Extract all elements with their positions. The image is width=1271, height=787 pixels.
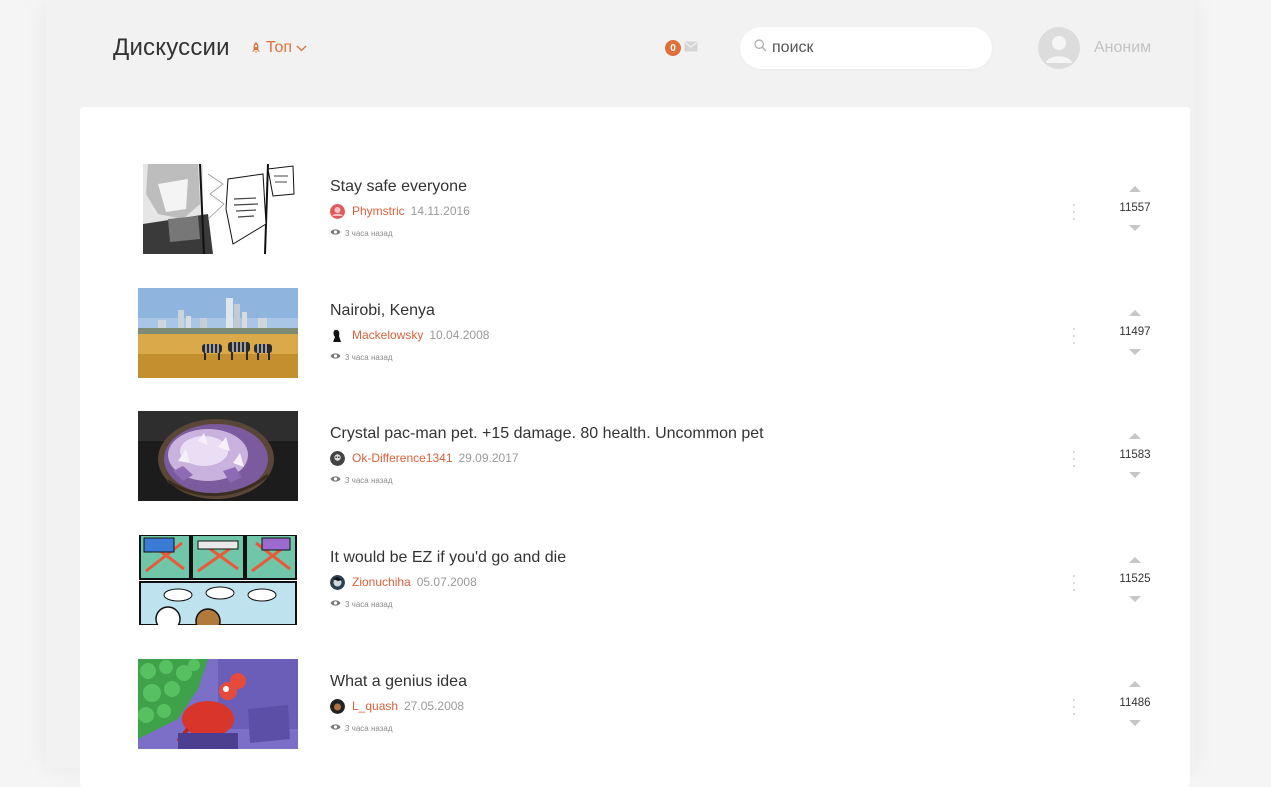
- sort-label: Топ: [266, 39, 293, 56]
- more-options-button[interactable]: [1072, 451, 1076, 467]
- savanna-city-zebras-image: [138, 288, 298, 378]
- chevron-down-icon: [296, 45, 307, 52]
- search-box[interactable]: [740, 27, 992, 69]
- post-date: 10.04.2008: [429, 328, 490, 342]
- upvote-arrow-icon[interactable]: [1129, 681, 1141, 687]
- eye-icon: [330, 475, 341, 485]
- author-avatar: [330, 450, 345, 466]
- post-views: 3 часа назад: [330, 351, 393, 363]
- vote-widget: 11557: [1113, 180, 1157, 240]
- vote-score: 11497: [1119, 326, 1151, 338]
- list-item: Stay safe everyone Phymstric 14.11.2016 …: [80, 164, 1190, 254]
- downvote-arrow-icon[interactable]: [1129, 720, 1141, 726]
- list-item: Crystal pac-man pet. +15 damage. 80 heal…: [80, 411, 1190, 501]
- post-thumbnail[interactable]: [138, 164, 298, 254]
- downvote-arrow-icon[interactable]: [1129, 472, 1141, 478]
- manga-panel-image: [138, 164, 298, 254]
- author-link[interactable]: Ok-Difference1341: [352, 451, 453, 465]
- eye-icon: [330, 352, 341, 362]
- downvote-arrow-icon[interactable]: [1129, 225, 1141, 231]
- post-thumbnail[interactable]: [138, 535, 298, 625]
- post-time: 3 часа назад: [345, 228, 393, 238]
- upvote-arrow-icon[interactable]: [1129, 186, 1141, 192]
- upvote-arrow-icon[interactable]: [1129, 310, 1141, 316]
- avatar: [1038, 27, 1080, 69]
- post-thumbnail[interactable]: [138, 288, 298, 378]
- author-link[interactable]: Mackelowsky: [352, 328, 423, 342]
- user-name: Аноним: [1094, 39, 1152, 56]
- vote-widget: 11525: [1113, 551, 1157, 611]
- post-title[interactable]: What a genius idea: [330, 673, 467, 691]
- post-meta: Ok-Difference1341 29.09.2017: [330, 450, 519, 466]
- post-date: 29.09.2017: [458, 451, 519, 465]
- author-link[interactable]: Phymstric: [352, 204, 405, 218]
- post-meta: Mackelowsky 10.04.2008: [330, 327, 489, 343]
- vote-score: 11557: [1119, 202, 1151, 214]
- search-input[interactable]: [772, 39, 972, 57]
- user-silhouette-icon: [1046, 36, 1072, 63]
- search-icon: [740, 39, 767, 57]
- more-options-button[interactable]: [1072, 699, 1076, 715]
- downvote-arrow-icon[interactable]: [1129, 349, 1141, 355]
- vote-score: 11525: [1119, 573, 1151, 585]
- more-options-button[interactable]: [1072, 575, 1076, 591]
- post-thumbnail[interactable]: [138, 659, 298, 749]
- post-title[interactable]: Nairobi, Kenya: [330, 302, 435, 320]
- post-thumbnail[interactable]: [138, 411, 298, 501]
- notifications-button[interactable]: 0: [665, 39, 698, 57]
- vote-widget: 11583: [1113, 427, 1157, 487]
- post-title[interactable]: Stay safe everyone: [330, 178, 467, 196]
- sort-dropdown[interactable]: Топ: [250, 38, 307, 58]
- author-avatar: [330, 574, 345, 590]
- post-views: 3 часа назад: [330, 227, 393, 239]
- post-date: 27.05.2008: [404, 699, 465, 713]
- post-date: 05.07.2008: [416, 575, 477, 589]
- eye-icon: [330, 723, 341, 733]
- amethyst-geode-image: [138, 411, 298, 501]
- post-views: 3 часа назад: [330, 598, 393, 610]
- upvote-arrow-icon[interactable]: [1129, 433, 1141, 439]
- page: Дискуссии Топ 0 поиск Аноним Stay safe e…: [46, 0, 1195, 787]
- post-meta: Zionuchiha 05.07.2008: [330, 574, 477, 590]
- list-item: What a genius idea L_quash 27.05.2008 3 …: [80, 659, 1190, 749]
- comic-strip-image: [138, 535, 298, 625]
- vote-score: 11486: [1119, 697, 1151, 709]
- mail-icon: [684, 39, 698, 57]
- eye-icon: [330, 599, 341, 609]
- post-title[interactable]: Crystal pac-man pet. +15 damage. 80 heal…: [330, 425, 764, 443]
- post-views: 3 часа назад: [330, 722, 393, 734]
- list-item: It would be EZ if you'd go and die Zionu…: [80, 535, 1190, 625]
- header: Дискуссии Топ 0 поиск Аноним: [46, 0, 1195, 96]
- discussion-list: Stay safe everyone Phymstric 14.11.2016 …: [80, 107, 1190, 787]
- author-avatar: [330, 203, 345, 219]
- author-link[interactable]: Zionuchiha: [352, 575, 411, 589]
- post-title[interactable]: It would be EZ if you'd go and die: [330, 549, 566, 567]
- user-menu[interactable]: Аноним: [1038, 27, 1151, 69]
- eye-icon: [330, 228, 341, 238]
- post-date: 14.11.2016: [410, 204, 470, 218]
- list-item: Nairobi, Kenya Mackelowsky 10.04.2008 3 …: [80, 288, 1190, 378]
- cartoon-crab-money-image: [138, 659, 298, 749]
- page-title: Дискуссии: [113, 34, 230, 61]
- notification-count-badge: 0: [665, 40, 681, 56]
- upvote-arrow-icon[interactable]: [1129, 557, 1141, 563]
- post-time: 3 часа назад: [345, 352, 393, 362]
- post-meta: L_quash 27.05.2008: [330, 698, 464, 714]
- post-views: 3 часа назад: [330, 474, 393, 486]
- post-time: 3 часа назад: [345, 475, 393, 485]
- post-time: 3 часа назад: [345, 723, 393, 733]
- author-link[interactable]: L_quash: [352, 699, 398, 713]
- vote-widget: 11486: [1113, 675, 1157, 735]
- vote-widget: 11497: [1113, 304, 1157, 364]
- author-avatar: [330, 328, 345, 343]
- post-time: 3 часа назад: [345, 599, 393, 609]
- more-options-button[interactable]: [1072, 328, 1076, 344]
- vote-score: 11583: [1119, 449, 1151, 461]
- rocket-icon: [250, 41, 262, 55]
- more-options-button[interactable]: [1072, 204, 1076, 220]
- downvote-arrow-icon[interactable]: [1129, 596, 1141, 602]
- author-avatar: [330, 698, 345, 714]
- post-meta: Phymstric 14.11.2016: [330, 203, 470, 219]
